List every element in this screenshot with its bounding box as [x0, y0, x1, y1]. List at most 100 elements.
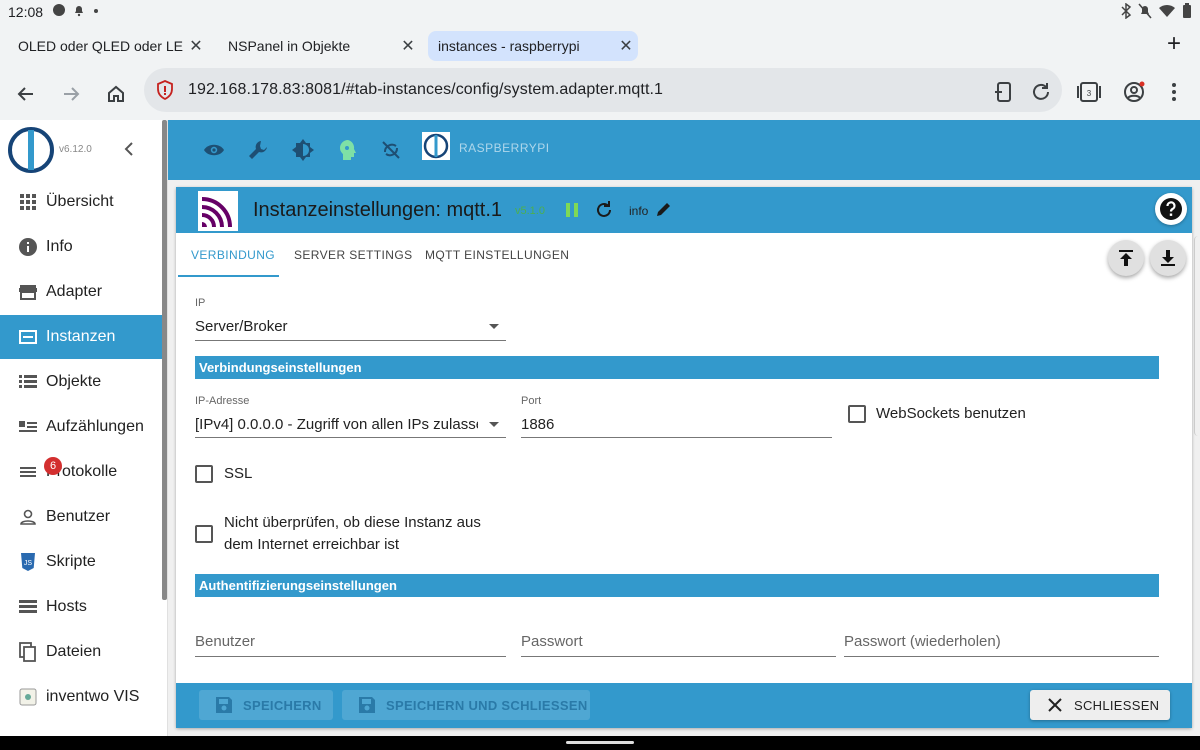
- status-time: 12:08: [8, 4, 44, 20]
- log-level-label[interactable]: info: [629, 204, 648, 218]
- instance-settings-header: Instanzeinstellungen: mqtt.1 v5.1.0 info: [176, 187, 1192, 233]
- sidebar-item-enums[interactable]: Aufzählungen: [0, 405, 162, 449]
- sync-off-button[interactable]: [377, 136, 405, 164]
- ssl-checkbox[interactable]: [195, 465, 213, 483]
- help-button[interactable]: [1155, 193, 1187, 225]
- js-icon: JS: [16, 553, 40, 571]
- section-auth-settings: Authentifizierungseinstellungen: [195, 574, 1159, 597]
- home-gesture-handle[interactable]: [566, 741, 634, 744]
- dropdown-arrow-icon[interactable]: [489, 422, 499, 427]
- skip-internet-check-label-line1: Nicht überprüfen, ob diese Instanz aus: [224, 514, 481, 531]
- tab-switcher-button[interactable]: 3: [1075, 78, 1103, 106]
- tab-connection[interactable]: VERBINDUNG: [191, 248, 275, 262]
- info-icon: [16, 238, 40, 256]
- sidebar-item-hosts[interactable]: Hosts: [0, 585, 162, 629]
- sidebar-item-info[interactable]: Info: [0, 225, 162, 269]
- ip-address-select[interactable]: [IPv4] 0.0.0.0 - Zugriff von allen IPs z…: [195, 416, 478, 433]
- collapse-sidebar-button[interactable]: [124, 140, 134, 161]
- browser-tab-oled[interactable]: OLED oder QLED oder LED – ✕: [8, 31, 208, 61]
- help-icon: [1160, 198, 1182, 220]
- upload-settings-button[interactable]: [1108, 240, 1144, 276]
- phone-icon: [995, 82, 1011, 102]
- sidebar-item-label: Benutzer: [46, 508, 111, 525]
- edit-log-level-button[interactable]: [656, 201, 672, 222]
- sidebar-item-label: Hosts: [46, 598, 87, 615]
- bluetooth-icon: [1121, 3, 1132, 19]
- back-button[interactable]: [10, 78, 42, 110]
- sidebar-item-instances[interactable]: Instanzen: [0, 315, 162, 359]
- download-settings-button[interactable]: [1150, 240, 1186, 276]
- skip-internet-check-checkbox[interactable]: [195, 525, 213, 543]
- sidebar-item-label: Dateien: [46, 643, 102, 660]
- android-status-bar: 12:08: [0, 0, 1200, 24]
- reload-button[interactable]: [1027, 78, 1055, 106]
- browser-tab-instances[interactable]: instances - raspberrypi ✕: [428, 31, 638, 61]
- address-bar[interactable]: 192.168.178.83:8081/#tab-instances/confi…: [144, 68, 1062, 112]
- ip-mode-label: IP: [195, 297, 206, 309]
- close-icon[interactable]: ✕: [396, 36, 420, 56]
- adapter-version: v5.1.0: [515, 205, 545, 217]
- restart-instance-button[interactable]: [594, 200, 614, 225]
- sidebar-item-logs[interactable]: 6 Protokolle: [0, 450, 162, 494]
- port-input[interactable]: 1886: [521, 416, 821, 433]
- browser-menu-button[interactable]: [1160, 78, 1188, 106]
- password-input[interactable]: Passwort: [521, 633, 583, 650]
- sidebar-item-inventwo-vis[interactable]: inventwo VIS: [0, 675, 162, 719]
- close-icon[interactable]: ✕: [184, 36, 208, 56]
- sidebar-item-files[interactable]: Dateien: [0, 630, 162, 674]
- sidebar-item-objects[interactable]: Objekte: [0, 360, 162, 404]
- section-connection-settings: Verbindungseinstellungen: [195, 356, 1159, 379]
- user-input[interactable]: Benutzer: [195, 633, 255, 650]
- browser-tab-label: instances - raspberrypi: [438, 38, 580, 54]
- download-icon: [1161, 250, 1175, 266]
- arrow-right-icon: [64, 87, 80, 101]
- arrow-left-icon: [17, 87, 33, 101]
- sidebar-scrollbar[interactable]: [162, 120, 167, 600]
- browser-tab-label: OLED oder QLED oder LED –: [18, 38, 184, 54]
- brightness-button[interactable]: [289, 136, 317, 164]
- close-button[interactable]: SCHLIESSEN: [1030, 690, 1170, 720]
- sidebar-item-overview[interactable]: Übersicht: [0, 180, 162, 224]
- url-text[interactable]: 192.168.178.83:8081/#tab-instances/confi…: [188, 81, 663, 99]
- new-tab-button[interactable]: +: [1160, 30, 1188, 58]
- tab-server-settings[interactable]: SERVER SETTINGS: [294, 248, 412, 262]
- home-icon: [108, 85, 124, 102]
- close-icon: [1048, 698, 1062, 712]
- profile-button[interactable]: [1120, 78, 1148, 106]
- ip-mode-select[interactable]: Server/Broker: [195, 318, 480, 335]
- eye-button[interactable]: [200, 136, 228, 164]
- close-icon[interactable]: ✕: [614, 36, 638, 56]
- active-tab-indicator: [178, 275, 279, 277]
- pause-instance-button[interactable]: [565, 202, 579, 223]
- tab-mqtt-settings[interactable]: MQTT EINSTELLUNGEN: [425, 248, 569, 262]
- save-and-close-button[interactable]: SPEICHERN UND SCHLIESSEN: [342, 690, 590, 720]
- brightness-icon: [292, 139, 314, 161]
- sidebar-item-scripts[interactable]: JS Skripte: [0, 540, 162, 584]
- sidebar-item-adapter[interactable]: Adapter: [0, 270, 162, 314]
- dot-icon: [94, 9, 98, 13]
- home-button[interactable]: [100, 78, 132, 110]
- expert-head-icon: [340, 140, 356, 160]
- svg-text:JS: JS: [24, 560, 33, 567]
- port-label: Port: [521, 395, 542, 407]
- wrench-button[interactable]: [244, 136, 272, 164]
- sidebar-item-label: Instanzen: [46, 328, 116, 345]
- password-repeat-input[interactable]: Passwort (wiederholen): [844, 633, 1001, 650]
- send-to-device-button[interactable]: [990, 78, 1018, 106]
- skip-internet-check-label-line2: dem Internet erreichbar ist: [224, 536, 400, 553]
- sidebar-item-users[interactable]: Benutzer: [0, 495, 162, 539]
- save-button[interactable]: SPEICHERN: [199, 690, 333, 720]
- websockets-checkbox[interactable]: [848, 405, 866, 423]
- websockets-label: WebSockets benutzen: [876, 405, 1026, 422]
- wrench-icon: [249, 141, 267, 159]
- dropdown-arrow-icon[interactable]: [489, 324, 499, 329]
- tab-count: 3: [1087, 89, 1092, 98]
- iobroker-logo: [8, 127, 54, 173]
- expert-mode-button[interactable]: [334, 136, 362, 164]
- site-info-icon[interactable]: [156, 80, 174, 105]
- instance-title: Instanzeinstellungen: mqtt.1: [253, 199, 503, 221]
- forward-button[interactable]: [55, 78, 87, 110]
- reload-icon: [1033, 83, 1049, 100]
- browser-tab-nspanel[interactable]: NSPanel in Objekte ✕: [218, 31, 420, 61]
- close-label: SCHLIESSEN: [1074, 697, 1160, 713]
